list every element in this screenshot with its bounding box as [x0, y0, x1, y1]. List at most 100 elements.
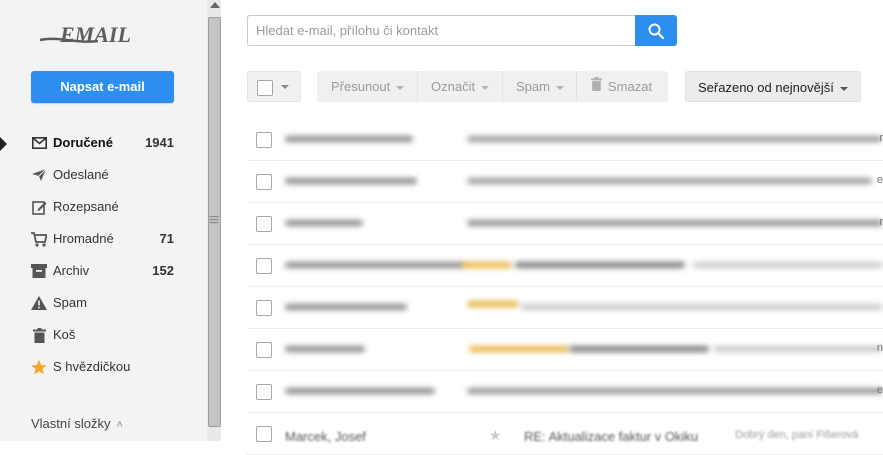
row-checkbox[interactable] [256, 300, 272, 316]
toolbar-divider [576, 71, 577, 102]
sidebar-item-inbox[interactable]: Doručené 1941 [0, 128, 207, 158]
list-item[interactable] [247, 246, 883, 287]
move-button[interactable]: Přesunout [331, 71, 405, 102]
sidebar-item-count: 71 [159, 231, 174, 246]
redacted-subject [467, 136, 882, 142]
trash-icon [591, 71, 602, 102]
sidebar-item-label: Koš [53, 327, 76, 342]
redacted-subject [467, 388, 883, 394]
sidebar-item-bulk[interactable]: Hromadné 71 [0, 224, 207, 254]
sidebar-item-label: S hvězdičkou [53, 359, 131, 374]
redacted-sender [285, 262, 465, 268]
chevron-down-icon [396, 85, 405, 90]
sidebar-item-label: Spam [53, 295, 87, 310]
mark-button[interactable]: Označit [431, 71, 490, 102]
select-all-dropdown[interactable] [247, 71, 301, 102]
search-button[interactable] [635, 15, 677, 46]
row-edge-fragment: n [876, 342, 883, 354]
spam-button[interactable]: Spam [516, 71, 564, 102]
email-logo-icon: EMAIL [39, 22, 131, 47]
mark-button-label: Označit [431, 79, 476, 94]
redacted-subject [467, 220, 883, 226]
cart-icon [30, 231, 48, 247]
message-subject: RE: Aktualizace faktur v Okiku [524, 429, 699, 444]
logo-text: EMAIL [59, 22, 131, 47]
sidebar: EMAIL Napsat e-mail Doručené 1941 Odesla… [0, 0, 207, 441]
list-item[interactable]: e [247, 372, 883, 413]
redacted-tag [469, 346, 569, 352]
chevron-down-icon [281, 85, 289, 89]
chevron-up-icon: ˄ [116, 419, 123, 431]
sidebar-item-starred[interactable]: S hvězdičkou [0, 352, 207, 382]
archive-icon [30, 263, 48, 279]
logo[interactable]: EMAIL [38, 22, 158, 52]
row-checkbox[interactable] [256, 426, 272, 442]
scroll-up-arrow-icon[interactable] [210, 2, 220, 8]
redacted-sender [285, 136, 413, 142]
sidebar-item-trash[interactable]: Koš [0, 320, 207, 350]
delete-button-label: Smazat [608, 79, 653, 94]
star-icon [30, 359, 48, 375]
custom-folders-toggle[interactable]: Vlastní složky ˄ [31, 416, 123, 431]
row-checkbox[interactable] [256, 216, 272, 232]
toolbar-divider [417, 71, 418, 102]
sidebar-item-label: Odeslané [53, 167, 109, 182]
sort-dropdown[interactable]: Seřazeno od nejnovější [685, 71, 861, 102]
sidebar-item-count: 152 [152, 263, 174, 278]
row-checkbox[interactable] [256, 132, 272, 148]
move-button-label: Přesunout [331, 79, 391, 94]
sidebar-item-label: Archiv [53, 263, 90, 278]
chevron-down-icon [839, 86, 848, 91]
sidebar-item-label: Doručené [53, 135, 113, 150]
compose-button[interactable]: Napsat e-mail [31, 71, 174, 103]
sidebar-item-label: Hromadné [53, 231, 114, 246]
list-item[interactable]: r [247, 204, 883, 245]
list-item[interactable]: Marcek, Josef ★ RE: Aktualizace faktur v… [247, 414, 883, 455]
send-icon [30, 167, 48, 183]
trash-icon [30, 327, 48, 343]
toolbar-divider [502, 71, 503, 102]
sidebar-item-spam[interactable]: Spam [0, 288, 207, 318]
redacted-subject [569, 346, 709, 352]
redacted-subject [467, 178, 872, 184]
redacted-preview [693, 262, 883, 268]
row-checkbox[interactable] [256, 174, 272, 190]
sidebar-item-drafts[interactable]: Rozepsané [0, 192, 207, 222]
redacted-preview [521, 304, 883, 310]
redacted-subject [515, 262, 685, 268]
row-edge-fragment: r [879, 216, 883, 228]
select-all-checkbox[interactable] [257, 80, 273, 96]
row-checkbox[interactable] [256, 384, 272, 400]
warning-icon [30, 295, 48, 311]
list-item[interactable]: r [247, 120, 883, 161]
sort-dropdown-label: Seřazeno od nejnovější [698, 80, 834, 95]
redacted-sender [285, 388, 435, 394]
list-item[interactable]: n [247, 330, 883, 371]
sidebar-item-sent[interactable]: Odeslané [0, 160, 207, 190]
custom-folders-label: Vlastní složky [31, 416, 111, 431]
row-edge-fragment: e [876, 384, 883, 396]
chevron-down-icon [555, 85, 564, 90]
row-checkbox[interactable] [256, 258, 272, 274]
redacted-sender [285, 346, 365, 352]
search-input[interactable] [247, 15, 636, 46]
grip-icon: — — — [209, 211, 219, 227]
chevron-down-icon [481, 85, 490, 90]
list-item[interactable] [247, 288, 883, 329]
redacted-sender [285, 178, 417, 184]
redacted-tag [462, 262, 512, 268]
message-sender: Marcek, Josef [285, 429, 366, 444]
redacted-preview [713, 346, 883, 352]
message-actions-toolbar: Přesunout Označit Spam Smazat [317, 71, 668, 102]
sidebar-item-archive[interactable]: Archiv 152 [0, 256, 207, 286]
row-checkbox[interactable] [256, 342, 272, 358]
star-icon[interactable]: ★ [489, 427, 502, 444]
sidebar-item-count: 1941 [145, 135, 174, 150]
draft-icon [30, 199, 48, 215]
search-icon [648, 23, 664, 39]
message-preview: Dobrý den, paní Fišerová [735, 429, 859, 441]
redacted-sender [285, 304, 407, 310]
list-item[interactable]: e [247, 162, 883, 203]
delete-button[interactable]: Smazat [591, 71, 652, 102]
row-edge-fragment: r [879, 132, 883, 144]
